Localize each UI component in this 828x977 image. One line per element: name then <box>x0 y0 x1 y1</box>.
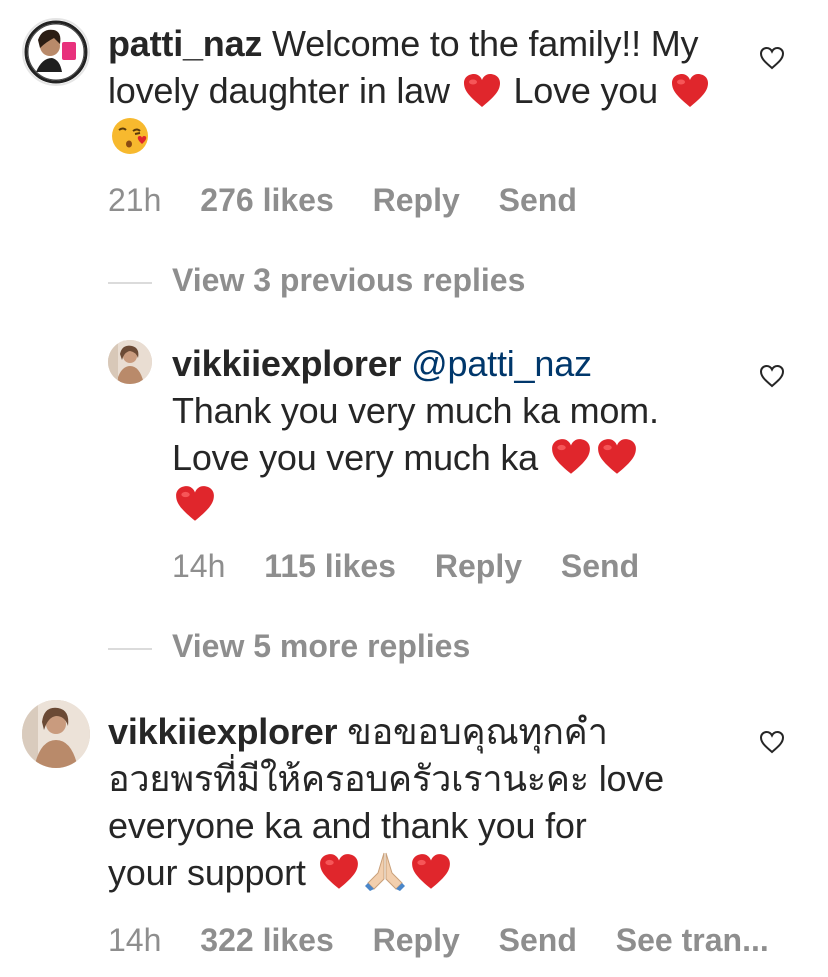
comment-username[interactable]: patti_naz <box>108 23 262 64</box>
reply-button[interactable]: Reply <box>435 548 522 584</box>
like-heart-icon[interactable] <box>759 364 785 388</box>
comment-body: patti_naz Welcome to the family!! My lov… <box>108 20 718 161</box>
reply-time: 14h <box>172 548 226 584</box>
replies-divider <box>108 281 152 284</box>
comment-meta: 21h 276 likes Reply Send <box>108 182 607 219</box>
reply-button[interactable]: Reply <box>373 922 460 958</box>
avatar-vikkiiexplorer-image <box>108 340 152 384</box>
red-heart-emoji <box>176 486 214 521</box>
reply-text-line1: Thank you very much ka mom. <box>172 390 659 431</box>
red-heart-emoji <box>671 74 708 107</box>
reply-button[interactable]: Reply <box>373 182 460 218</box>
comment-text-line3: everyone ka and thank you for <box>108 805 587 846</box>
avatar-vikkiiexplorer[interactable] <box>22 700 90 768</box>
reply-likes[interactable]: 115 likes <box>264 548 396 584</box>
comment-likes[interactable]: 276 likes <box>200 182 333 218</box>
comment-body: vikkiiexplorer ขอขอบคุณทุกคำ อวยพรที่มีใ… <box>108 708 748 896</box>
view-previous-replies-button[interactable]: View 3 previous replies <box>108 262 525 299</box>
reply-body: vikkiiexplorer @patti_naz Thank you very… <box>172 340 732 528</box>
red-heart-emoji <box>463 74 500 107</box>
red-heart-emoji <box>597 439 636 474</box>
avatar-patti-naz-image <box>24 20 88 84</box>
avatar-vikkiiexplorer-image <box>22 700 90 768</box>
comment-time: 14h <box>108 922 162 958</box>
red-heart-emoji <box>319 854 358 889</box>
comment-username[interactable]: vikkiiexplorer <box>108 711 338 752</box>
comment-text-line1: ขอขอบคุณทุกคำ <box>347 711 608 752</box>
see-translation-button[interactable]: See tran... <box>616 922 769 958</box>
replies-divider <box>108 647 152 650</box>
send-button[interactable]: Send <box>561 548 639 584</box>
comment-text-line2: อวยพรที่มีให้ครอบครัวเรานะคะ love <box>108 758 664 799</box>
like-heart-icon[interactable] <box>759 46 785 70</box>
comment-text-line4: your support <box>108 852 306 893</box>
reply-meta: 14h 115 likes Reply Send <box>172 548 669 585</box>
folded-hands-emoji <box>364 852 405 891</box>
comment-meta: 14h 322 likes Reply Send See tran... <box>108 922 799 959</box>
avatar-patti-naz[interactable] <box>22 18 90 86</box>
avatar-vikkiiexplorer[interactable] <box>108 340 152 384</box>
comment-likes[interactable]: 322 likes <box>200 922 333 958</box>
comment-time: 21h <box>108 182 162 218</box>
reply-text-line2: Love you very much ka <box>172 437 538 478</box>
face-blowing-kiss-emoji <box>112 118 148 154</box>
reply-username[interactable]: vikkiiexplorer <box>172 343 402 384</box>
view-previous-replies-label: View 3 previous replies <box>172 262 526 298</box>
send-button[interactable]: Send <box>499 182 577 218</box>
red-heart-emoji <box>411 854 450 889</box>
like-heart-icon[interactable] <box>759 730 785 754</box>
comment-text-2: Love you <box>513 70 658 111</box>
view-more-replies-button[interactable]: View 5 more replies <box>108 628 470 665</box>
red-heart-emoji <box>551 439 590 474</box>
mention-link[interactable]: @patti_naz <box>411 343 592 384</box>
view-more-replies-label: View 5 more replies <box>172 628 471 664</box>
send-button[interactable]: Send <box>499 922 577 958</box>
